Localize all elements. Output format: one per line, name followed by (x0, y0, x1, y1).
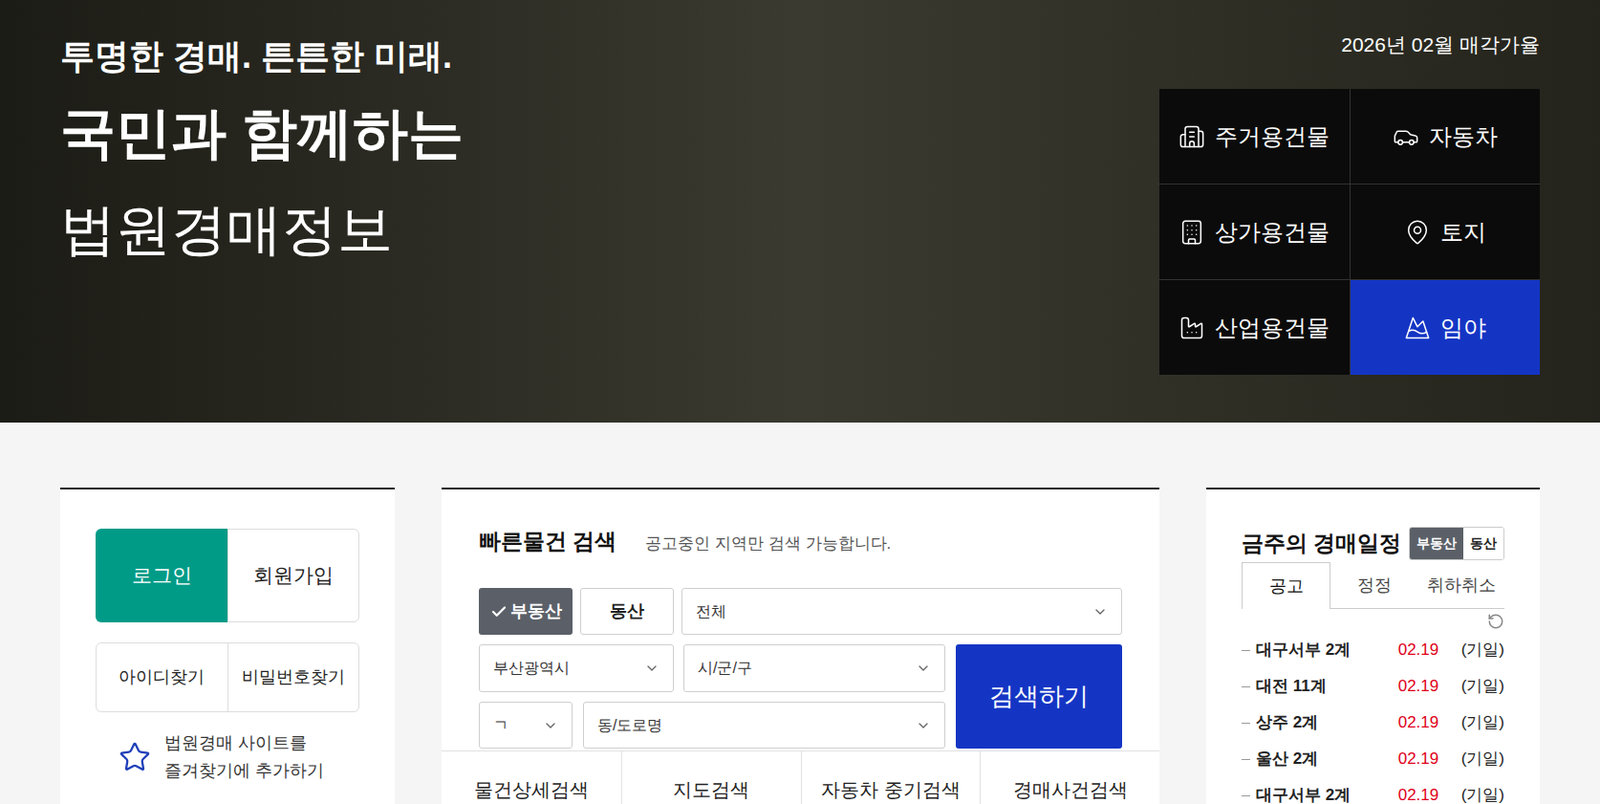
category-select[interactable]: 전체 (681, 587, 1123, 635)
rate-caption: 2026년 02월 매각가율 (1340, 31, 1540, 59)
schedule-toggle-button[interactable]: 동산 (1463, 527, 1504, 560)
quick-search-title: 빠른물건 검색 (478, 527, 617, 555)
category-icon (1178, 218, 1206, 246)
chevron-down-icon (915, 660, 931, 676)
hero-title: 법원경매정보 (60, 196, 464, 262)
quick-search-subtitle: 공고중인 지역만 검색 가능합니다. (645, 530, 891, 558)
sido-select[interactable]: 부산광역시 (478, 644, 674, 692)
hero-slogan: 투명한 경매. 튼튼한 미래. (60, 35, 464, 78)
signup-button[interactable]: 회원가입 (227, 528, 360, 623)
category-tile[interactable]: 주거용건물 (1159, 88, 1350, 184)
type-toggle[interactable]: 동산 (580, 587, 674, 635)
chevron-down-icon (644, 660, 660, 676)
schedule-item[interactable]: 대구서부 2계02.19(기일) (1241, 631, 1505, 669)
login-button[interactable]: 로그인 (95, 528, 228, 623)
category-tile[interactable]: 상가용건물 (1159, 184, 1350, 280)
category-tile[interactable]: 임야 (1350, 280, 1541, 375)
page: 투명한 경매. 튼튼한 미래. 국민과 함께하는법원경매정보 2026년 02월 매… (0, 0, 1600, 804)
category-icon (1392, 123, 1420, 151)
category-grid: 주거용건물자동차상가용건물토지산업용건물임야 (1159, 88, 1540, 375)
category-icon (1178, 123, 1206, 151)
sigungu-select[interactable]: 시/군/구 (683, 644, 946, 692)
search-button[interactable]: 검색하기 (955, 644, 1123, 749)
search-tab[interactable]: 자동차 중기검색 (800, 751, 981, 804)
schedule-item[interactable]: 대구서부 2계02.19(기일) (1241, 777, 1505, 804)
initial-select[interactable]: ㄱ (478, 701, 573, 749)
quick-search-panel: 빠른물건 검색 공고중인 지역만 검색 가능합니다. 부동산동산전체부산광역시시/군… (441, 487, 1160, 804)
favorite-link[interactable]: 법원경매 사이트를즐겨찾기에 추가하기 (95, 729, 360, 785)
chevron-down-icon (542, 717, 559, 734)
chevron-down-icon (915, 717, 931, 734)
schedule-toggle: 부동산동산 (1408, 526, 1505, 561)
schedule-tab[interactable]: 취하취소 (1417, 562, 1505, 609)
chevron-down-icon (1092, 604, 1108, 620)
hero-headline: 국민과 함께하는 (60, 100, 464, 166)
search-tab[interactable]: 지도검색 (621, 751, 801, 804)
find-password-button[interactable]: 비밀번호찾기 (228, 643, 360, 712)
login-panel: 로그인회원가입아이디찾기비밀번호찾기법원경매 사이트를즐겨찾기에 추가하기 (60, 487, 395, 804)
hero-text: 투명한 경매. 튼튼한 미래. 국민과 함께하는법원경매정보 (60, 0, 464, 375)
schedule-item[interactable]: 상주 2계02.19(기일) (1241, 704, 1505, 741)
category-icon (1404, 218, 1431, 246)
check-icon (490, 603, 508, 621)
type-toggle[interactable]: 부동산 (478, 587, 573, 635)
search-tab[interactable]: 물건상세검색 (441, 751, 622, 804)
category-icon (1178, 314, 1206, 342)
find-id-button[interactable]: 아이디찾기 (96, 643, 229, 712)
category-tile[interactable]: 산업용건물 (1159, 280, 1350, 375)
refresh-icon[interactable] (1487, 612, 1505, 630)
dong-select[interactable]: 동/도로명 (583, 701, 946, 749)
schedule-title: 금주의 경매일정 (1241, 526, 1402, 561)
schedule-item[interactable]: 울산 2계02.19(기일) (1241, 740, 1505, 778)
search-tab[interactable]: 경매사건검색 (979, 751, 1160, 804)
star-icon (118, 740, 152, 774)
schedule-panel: 금주의 경매일정부동산동산공고정정취하취소대구서부 2계02.19(기일)대전 … (1206, 487, 1540, 804)
category-tile[interactable]: 토지 (1350, 184, 1541, 280)
hero: 투명한 경매. 튼튼한 미래. 국민과 함께하는법원경매정보 2026년 02월 매… (0, 0, 1600, 423)
category-icon (1404, 314, 1431, 342)
schedule-item[interactable]: 대전 11계02.19(기일) (1241, 668, 1505, 705)
schedule-tab[interactable]: 정정 (1330, 562, 1418, 609)
category-tile[interactable]: 자동차 (1350, 88, 1541, 184)
schedule-list: 대구서부 2계02.19(기일)대전 11계02.19(기일)상주 2계02.1… (1241, 631, 1505, 804)
schedule-tab[interactable]: 공고 (1241, 562, 1331, 609)
schedule-toggle-button[interactable]: 부동산 (1409, 527, 1464, 560)
